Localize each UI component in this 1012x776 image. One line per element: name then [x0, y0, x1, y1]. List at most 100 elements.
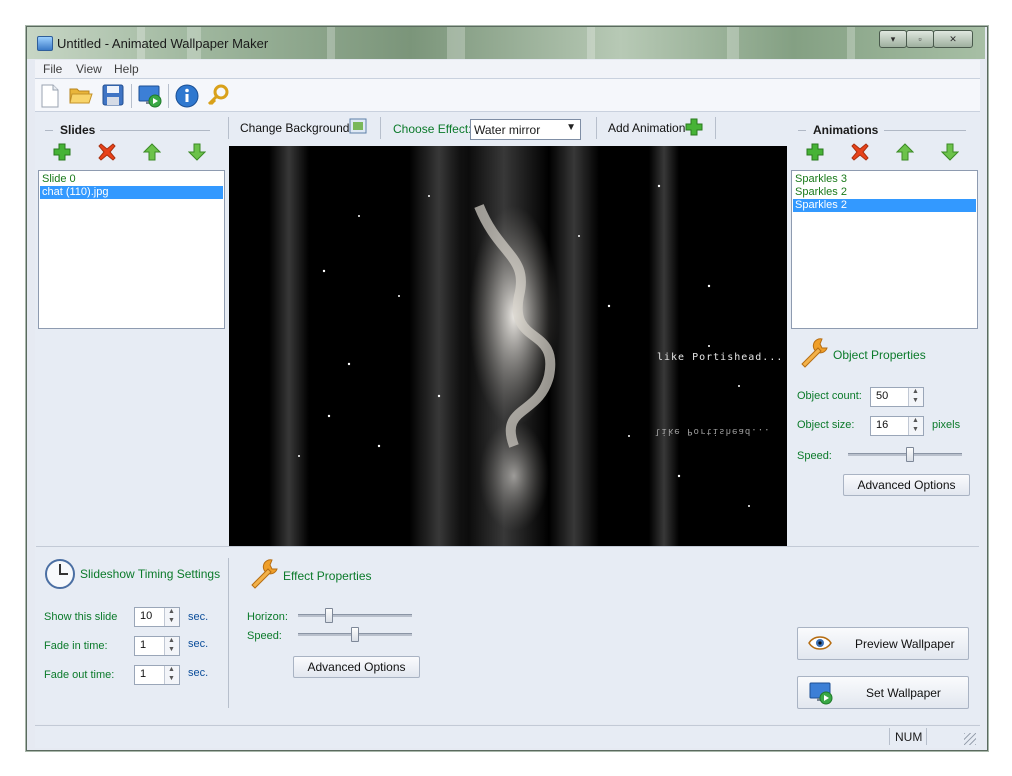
list-item[interactable]: Sparkles 2	[793, 199, 976, 212]
close-button[interactable]: ✕	[933, 30, 973, 48]
fade-out-stepper[interactable]: 1 ▲ ▼	[134, 665, 180, 685]
stepper-arrows[interactable]: ▲ ▼	[908, 388, 923, 406]
wallpaper-preview[interactable]: like Portishead... like Portishead...	[229, 146, 787, 546]
fade-out-value: 1	[140, 668, 147, 680]
list-item[interactable]: Slide 0	[40, 173, 223, 186]
section-divider	[36, 546, 979, 547]
window-title: Untitled - Animated Wallpaper Maker	[57, 36, 269, 51]
set-wallpaper-button[interactable]: Set Wallpaper	[797, 676, 969, 709]
delete-animation-icon[interactable]	[851, 143, 869, 161]
add-slide-icon[interactable]	[53, 143, 71, 161]
toolbar-separator	[596, 117, 597, 139]
effect-select[interactable]: Water mirror ▼	[470, 119, 581, 140]
list-item[interactable]: Sparkles 3	[793, 173, 976, 186]
num-lock-text: NUM	[895, 730, 923, 744]
wrench-icon	[251, 559, 278, 589]
preview-caption-reflection: like Portishead...	[655, 426, 771, 436]
fade-out-label: Fade out time:	[44, 669, 115, 681]
preview-wallpaper-label: Preview Wallpaper	[855, 637, 955, 651]
set-wallpaper-label: Set Wallpaper	[866, 686, 941, 700]
set-wallpaper-icon[interactable]	[138, 84, 162, 108]
move-animation-up-icon[interactable]	[896, 143, 914, 161]
list-item[interactable]: Sparkles 2	[793, 186, 976, 199]
preview-caption: like Portishead...	[657, 352, 784, 363]
timing-title: Slideshow Timing Settings	[80, 567, 221, 581]
choose-effect-label: Choose Effect:	[393, 122, 472, 136]
clock-icon	[45, 559, 75, 589]
open-folder-icon[interactable]	[69, 85, 93, 105]
list-item[interactable]: chat (110).jpg	[40, 186, 223, 199]
effect-select-value: Water mirror	[474, 123, 541, 137]
stepper-arrows[interactable]: ▲ ▼	[164, 666, 179, 684]
group-line	[100, 130, 210, 131]
set-wallpaper-icon	[809, 682, 833, 705]
fade-in-stepper[interactable]: 1 ▲ ▼	[134, 636, 180, 656]
show-slide-label: Show this slide	[44, 611, 118, 623]
object-size-unit: pixels	[932, 419, 961, 431]
move-slide-up-icon[interactable]	[143, 143, 161, 161]
object-speed-slider-thumb[interactable]	[906, 447, 914, 462]
object-count-stepper[interactable]: 50 ▲ ▼	[870, 387, 924, 407]
resize-grip[interactable]	[964, 733, 976, 745]
slides-title: Slides	[56, 123, 100, 137]
key-icon[interactable]	[206, 84, 230, 108]
horizon-label: Horizon:	[247, 611, 288, 623]
move-animation-down-icon[interactable]	[941, 143, 959, 161]
group-line	[798, 130, 806, 131]
object-size-stepper[interactable]: 16 ▲ ▼	[870, 416, 924, 436]
horizon-slider-thumb[interactable]	[325, 608, 333, 623]
object-count-value: 50	[876, 390, 889, 402]
toolbar-separator	[715, 117, 716, 139]
section-divider	[228, 558, 229, 708]
add-animation-icon[interactable]	[685, 118, 703, 136]
effect-speed-slider-thumb[interactable]	[351, 627, 359, 642]
fade-out-unit: sec.	[188, 667, 209, 679]
slides-list[interactable]: Slide 0 chat (110).jpg	[38, 170, 225, 329]
group-line	[884, 130, 966, 131]
stepper-arrows[interactable]: ▲ ▼	[908, 417, 923, 435]
group-line	[45, 130, 53, 131]
change-background-icon[interactable]	[349, 118, 367, 134]
save-disk-icon[interactable]	[102, 84, 124, 106]
animations-title: Animations	[809, 123, 883, 137]
fade-in-value: 1	[140, 639, 147, 651]
maximize-button[interactable]: ▫	[906, 30, 934, 48]
show-slide-stepper[interactable]: 10 ▲ ▼	[134, 607, 180, 627]
info-icon[interactable]	[175, 84, 199, 108]
chevron-down-icon: ▼	[566, 122, 576, 133]
preview-wallpaper-button[interactable]: Preview Wallpaper	[797, 627, 969, 660]
object-count-label: Object count:	[797, 390, 862, 402]
minimize-button[interactable]: ▾	[879, 30, 907, 48]
delete-slide-icon[interactable]	[98, 143, 116, 161]
effect-advanced-options-button[interactable]: Advanced Options	[293, 656, 420, 678]
toolbar-separator	[228, 117, 229, 139]
fade-in-label: Fade in time:	[44, 640, 108, 652]
add-animation-label[interactable]: Add Animation	[608, 121, 685, 135]
menu-help[interactable]: Help	[114, 62, 139, 76]
preview-image	[269, 146, 750, 546]
menu-file[interactable]: File	[43, 62, 62, 76]
effect-properties-title: Effect Properties	[283, 569, 372, 583]
new-file-icon[interactable]	[40, 84, 60, 108]
status-bar	[35, 725, 980, 748]
menu-bar	[35, 60, 980, 79]
change-background-label[interactable]: Change Background	[240, 121, 349, 135]
stepper-arrows[interactable]: ▲ ▼	[164, 608, 179, 626]
menu-view[interactable]: View	[76, 62, 102, 76]
object-speed-slider[interactable]	[848, 453, 962, 456]
object-advanced-options-button[interactable]: Advanced Options	[843, 474, 970, 496]
add-animation-list-icon[interactable]	[806, 143, 824, 161]
animations-list[interactable]: Sparkles 3 Sparkles 2 Sparkles 2	[791, 170, 978, 329]
stepper-arrows[interactable]: ▲ ▼	[164, 637, 179, 655]
toolbar-separator	[131, 84, 132, 108]
move-slide-down-icon[interactable]	[188, 143, 206, 161]
wrench-icon	[801, 338, 828, 368]
num-lock-indicator: NUM	[889, 728, 927, 745]
eye-icon	[808, 636, 832, 650]
show-slide-unit: sec.	[188, 611, 209, 623]
app-icon	[37, 36, 53, 51]
object-size-label: Object size:	[797, 419, 855, 431]
fade-in-unit: sec.	[188, 638, 209, 650]
horizon-slider[interactable]	[298, 614, 412, 617]
effect-speed-label: Speed:	[247, 630, 282, 642]
